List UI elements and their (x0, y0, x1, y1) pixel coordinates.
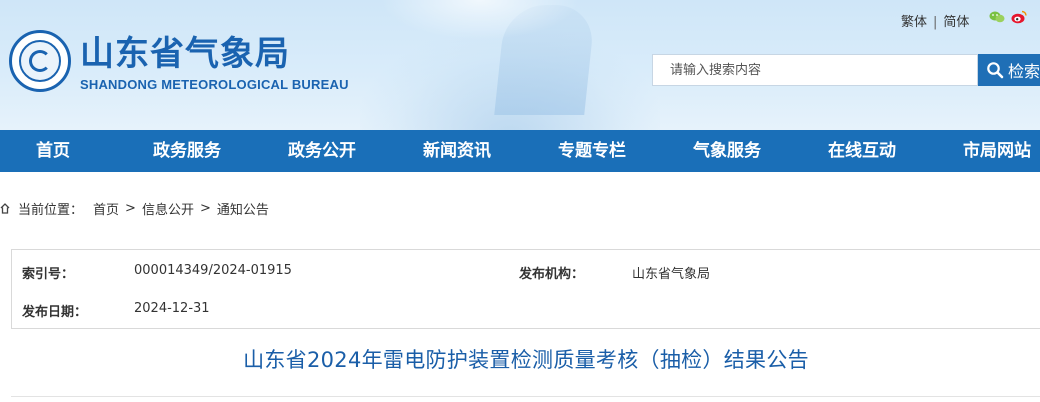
wechat-icon[interactable] (989, 11, 1005, 23)
bureau-emblem-icon[interactable] (9, 30, 71, 92)
publisher-label: 发布机构： (519, 267, 585, 282)
nav-item-online-interaction[interactable]: 在线互动 (828, 130, 896, 172)
breadcrumb-separator: > (125, 200, 136, 216)
language-separator: | (933, 15, 938, 30)
site-name[interactable]: 山东省气象局 (80, 34, 290, 74)
main-nav: 首页 政务服务 政务公开 新闻资讯 专题专栏 气象服务 在线互动 市局网站 (0, 130, 1040, 172)
traditional-chinese-link[interactable]: 繁体 (901, 15, 927, 30)
search-input[interactable] (653, 55, 977, 85)
breadcrumb-separator: > (199, 200, 211, 216)
breadcrumb: 当前位置： 首页 > 信息公开 > 通知公告 (0, 199, 269, 218)
breadcrumb-notices[interactable]: 通知公告 (217, 199, 269, 218)
breadcrumb-label: 当前位置： (18, 202, 84, 218)
nav-item-government-affairs[interactable]: 政务公开 (288, 130, 356, 172)
publisher-value: 山东省气象局 (632, 267, 711, 282)
publish-date-label: 发布日期： (22, 305, 88, 320)
nav-item-home[interactable]: 首页 (36, 130, 70, 172)
breadcrumb-info-disclosure[interactable]: 信息公开 (142, 199, 194, 218)
nav-item-government-services[interactable]: 政务服务 (153, 130, 221, 172)
search-button[interactable]: 检索 (978, 54, 1040, 86)
home-icon (0, 203, 10, 214)
index-number-value: 000014349/2024-01915 (134, 263, 292, 278)
header-background-cloud (380, 0, 580, 40)
breadcrumb-home[interactable]: 首页 (93, 199, 119, 218)
document-info-box: 索引号： 000014349/2024-01915 发布机构： 山东省气象局 发… (11, 249, 1040, 329)
weibo-icon[interactable] (1011, 10, 1027, 24)
publish-date-value: 2024-12-31 (134, 301, 210, 316)
site-header: 山东省气象局 SHANDONG METEOROLOGICAL BUREAU 繁体… (0, 0, 1040, 130)
nav-item-city-sites[interactable]: 市局网站 (963, 130, 1031, 172)
article-title: 山东省2024年雷电防护装置检测质量考核（抽检）结果公告 (243, 348, 809, 372)
nav-item-topics[interactable]: 专题专栏 (558, 130, 626, 172)
search-button-label: 检索 (1008, 62, 1040, 81)
site-name-english: SHANDONG METEOROLOGICAL BUREAU (80, 77, 349, 92)
nav-item-weather-services[interactable]: 气象服务 (693, 130, 761, 172)
title-divider (11, 396, 1040, 397)
search-icon (987, 62, 1004, 79)
nav-item-news[interactable]: 新闻资讯 (423, 130, 491, 172)
search-box (652, 54, 978, 86)
language-switcher: 繁体 | 简体 (901, 11, 969, 30)
simplified-chinese-link[interactable]: 简体 (943, 15, 969, 30)
index-number-label: 索引号： (22, 267, 75, 282)
emblem-cloud-swirl (29, 50, 51, 72)
